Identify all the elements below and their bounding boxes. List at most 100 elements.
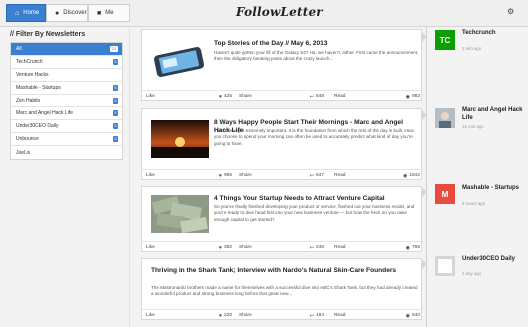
mashable-logo-icon[interactable]: M [435, 184, 455, 204]
read-button[interactable]: Read [334, 242, 345, 253]
globe-icon: ● [55, 9, 60, 17]
timeline-pointer [422, 32, 427, 42]
article-excerpt: The morning is extremely important. It i… [214, 128, 414, 146]
share-button[interactable]: Share [239, 170, 252, 181]
money-thumbnail[interactable] [151, 195, 209, 233]
card-footer: Like ♥ 220 Share ↩ 184 Read ◉ 540 [142, 309, 423, 320]
timeline-source-name[interactable]: Marc and Angel Hack Life [462, 107, 526, 122]
home-icon: ⌂ [15, 9, 20, 17]
timeline-pointer [422, 187, 427, 197]
read-button[interactable]: Read [334, 310, 345, 321]
share-icon: ↩ [309, 244, 314, 251]
newsletter-label: Under30CEO Daily [16, 123, 59, 130]
nav-home-button[interactable]: ⌂ Home [6, 4, 46, 22]
feed-card: Thriving in the Shark Tank; Interview wi… [141, 258, 423, 320]
newsletter-item-venture-hacks[interactable]: Venture Hacks [11, 69, 122, 82]
newsletter-item-all[interactable]: All 21 [11, 43, 122, 56]
card-footer: Like ♥ 350 Share ↩ 246 Read ◉ 765 [142, 241, 423, 252]
timeline-pointer [422, 259, 427, 269]
newsletter-item-mashable[interactable]: Mashable - Startups 5 [11, 82, 122, 95]
article-excerpt: The Mastronardo brothers made a name for… [151, 285, 418, 297]
heart-icon: ♥ [219, 172, 222, 179]
article-title[interactable]: 4 Things Your Startup Needs to Attract V… [214, 195, 419, 203]
article-excerpt: Haven't quite gotten your fill of the Ga… [214, 50, 419, 62]
share-button[interactable]: Share [239, 91, 252, 102]
nav-discover-label: Discover [63, 10, 87, 16]
newsletter-label: Marc and Angel Hack Life [16, 110, 73, 117]
app-logo: FollowLetter [236, 5, 323, 19]
article-title[interactable]: Top Stories of the Day // May 6, 2013 [214, 40, 419, 48]
read-button[interactable]: Read [334, 91, 345, 102]
newsletter-item-joel-is[interactable]: Joel.is [11, 146, 122, 159]
read-count: ◉ 765 [405, 244, 420, 251]
like-count: ♥ 965 [219, 172, 232, 179]
phone-thumbnail[interactable] [151, 41, 209, 79]
nav-me-button[interactable]: ■ Me [88, 4, 130, 22]
gear-icon[interactable]: ⚙ [507, 7, 514, 16]
heart-icon: ♥ [219, 312, 222, 319]
under30ceo-logo-icon[interactable] [435, 256, 455, 276]
timeline-line [426, 27, 427, 327]
timeline-source-name[interactable]: Techcrunch [462, 30, 526, 38]
like-button[interactable]: Like [146, 170, 155, 181]
count-badge: 5 [113, 110, 118, 117]
read-count: ◉ 1542 [402, 172, 420, 179]
like-count: ♥ 220 [219, 312, 232, 319]
newsletter-item-zen-habits[interactable]: Zen Habits 5 [11, 95, 122, 108]
newsletter-item-under30ceo[interactable]: Under30CEO Daily 5 [11, 120, 122, 134]
article-excerpt: So you've finally finished developing yo… [214, 204, 415, 222]
timeline-time: 1 day ago [462, 271, 482, 276]
newsletter-label: Zen Habits [16, 97, 41, 104]
count-badge: 5 [113, 136, 118, 143]
share-button[interactable]: Share [239, 310, 252, 321]
filter-title: // Filter By Newsletters [10, 31, 86, 38]
timeline-source-name[interactable]: Mashable - Startups [462, 185, 526, 193]
newsletter-label: Unbounce [16, 136, 39, 143]
share-button[interactable]: Share [239, 242, 252, 253]
feed-card: 8 Ways Happy People Start Their Mornings… [141, 108, 423, 180]
avatar-icon[interactable] [435, 108, 455, 128]
share-icon: ↩ [309, 172, 314, 179]
nav-discover-button[interactable]: ● Discover [46, 4, 88, 22]
share-count: ↩ 548 [309, 93, 324, 100]
count-badge: 5 [113, 97, 118, 104]
like-button[interactable]: Like [146, 242, 155, 253]
heart-icon: ♥ [219, 244, 222, 251]
nav-me-label: Me [105, 10, 114, 16]
user-icon: ■ [97, 9, 102, 17]
card-footer: Like ♥ 425 Share ↩ 548 Read ◉ 983 [142, 90, 423, 101]
like-button[interactable]: Like [146, 91, 155, 102]
feed-card: Top Stories of the Day // May 6, 2013 Ha… [141, 29, 423, 101]
eye-icon: ◉ [405, 312, 410, 319]
top-bar: ⌂ Home ● Discover ■ Me FollowLetter ⚙ [0, 0, 528, 27]
like-button[interactable]: Like [146, 310, 155, 321]
nav-home-label: Home [23, 10, 40, 16]
share-count: ↩ 246 [309, 244, 324, 251]
count-badge: 5 [113, 58, 118, 65]
share-count: ↩ 647 [309, 172, 324, 179]
read-count: ◉ 540 [405, 312, 420, 319]
newsletter-label: Venture Hacks [16, 71, 49, 78]
timeline-time: 2 min ago [462, 46, 482, 51]
like-count: ♥ 425 [219, 93, 232, 100]
newsletter-list: All 21 TechCrunch 5 Venture Hacks Mashab… [10, 42, 123, 161]
person-icon [435, 108, 455, 128]
share-icon: ↩ [309, 312, 314, 319]
newsletter-item-unbounce[interactable]: Unbounce 5 [11, 133, 122, 147]
timeline-source-name[interactable]: Under30CEO Daily [462, 256, 526, 264]
read-button[interactable]: Read [334, 170, 345, 181]
newsletter-label: All [16, 45, 22, 52]
feed-card: 4 Things Your Startup Needs to Attract V… [141, 186, 423, 252]
sidebar: // Filter By Newsletters All 21 TechCrun… [0, 27, 130, 327]
newsletter-item-marc-and-angel[interactable]: Marc and Angel Hack Life 5 [11, 107, 122, 121]
share-icon: ↩ [309, 93, 314, 100]
newsletter-item-techcrunch[interactable]: TechCrunch 5 [11, 56, 122, 69]
timeline-time: 6 hours ago [462, 201, 486, 206]
techcrunch-logo-icon[interactable]: TC [435, 30, 455, 50]
article-title[interactable]: Thriving in the Shark Tank; Interview wi… [151, 267, 419, 275]
sunrise-thumbnail[interactable] [151, 120, 209, 158]
eye-icon: ◉ [405, 244, 410, 251]
card-footer: Like ♥ 965 Share ↩ 647 Read ◉ 1542 [142, 169, 423, 180]
count-badge: 21 [110, 46, 118, 52]
eye-icon: ◉ [405, 93, 410, 100]
